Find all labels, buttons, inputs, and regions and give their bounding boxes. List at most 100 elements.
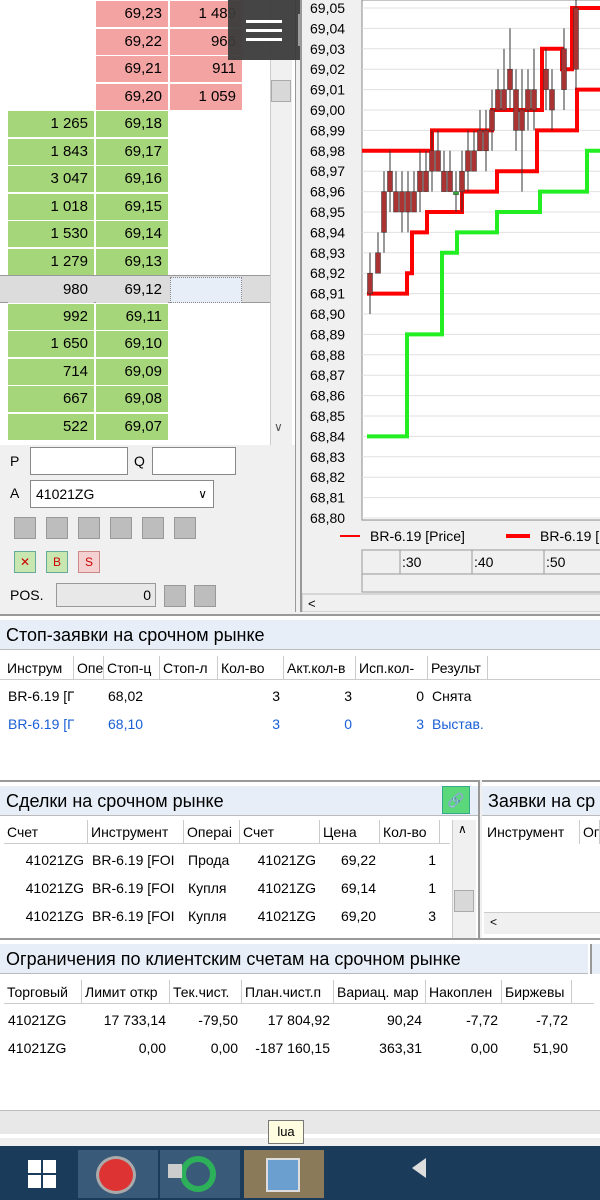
bid-row[interactable]: 3 047 69,16 [0,165,270,193]
bid-row[interactable]: 522 69,07 [0,413,270,441]
trades-row[interactable]: 41021ZG BR-6.19 [FOI Купля 41021ZG 69,14 1 [4,874,450,902]
price-level[interactable]: 69,12 [96,277,168,303]
trades-col-5[interactable]: Кол-во [380,820,440,844]
cancel-sell-icon[interactable]: S [78,551,100,573]
hamburger-menu-icon[interactable] [246,20,282,42]
price-level[interactable]: 69,16 [96,166,168,192]
chevron-down-icon[interactable]: ∨ [274,420,283,434]
taskbar-app-3[interactable] [244,1150,324,1198]
action-button-6[interactable] [174,517,196,539]
stops-col-4[interactable]: Кол-во [218,656,284,680]
bid-qty[interactable]: 3 047 [8,166,94,192]
back-arrow-icon[interactable] [412,1158,426,1178]
bid-qty[interactable]: 522 [8,413,94,440]
bid-qty[interactable] [8,56,94,82]
bid-row[interactable]: 667 69,08 [0,385,270,413]
limits-col-3[interactable]: План.чист.п [242,980,334,1004]
price-level[interactable]: 69,08 [96,386,168,412]
trades-row[interactable]: 41021ZG BR-6.19 [FOI Прода 41021ZG 69,22 1 [4,846,450,874]
limits-col-2[interactable]: Тек.чист. [170,980,242,1004]
cancel-buy-icon[interactable]: B [46,551,68,573]
bid-qty[interactable] [8,84,94,110]
ask-qty[interactable] [170,304,242,330]
trades-col-3[interactable]: Счет [240,820,320,844]
chevron-up-icon[interactable]: ∧ [458,822,467,836]
bid-row[interactable]: 980 69,12 [0,275,270,303]
scroll-thumb[interactable] [454,890,474,912]
ask-qty[interactable]: 1 059 [170,83,242,110]
action-button-1[interactable] [14,517,36,539]
ask-qty[interactable] [170,194,242,220]
bid-row[interactable]: 1 843 69,17 [0,138,270,166]
ask-qty[interactable] [170,166,242,192]
cancel-all-icon[interactable]: ✕ [14,551,36,573]
bid-qty[interactable] [8,29,94,55]
bid-qty[interactable]: 980 [8,277,94,303]
action-button-2[interactable] [46,517,68,539]
ask-qty[interactable] [170,414,242,440]
action-button-5[interactable] [142,517,164,539]
orders-hscrollbar[interactable]: < [484,912,600,934]
bid-qty[interactable]: 1 018 [8,193,94,220]
scroll-thumb[interactable] [271,80,291,102]
ask-row[interactable]: 69,20 1 059 [0,83,270,111]
limits-col-0[interactable]: Торговый [4,980,82,1004]
price-level[interactable]: 69,09 [96,358,168,385]
price-level[interactable]: 69,11 [96,303,168,330]
taskbar-app-1[interactable] [78,1150,158,1198]
bid-qty[interactable]: 1 843 [8,138,94,165]
bid-qty[interactable]: 667 [8,386,94,412]
price-level[interactable]: 69,13 [96,248,168,275]
trades-row[interactable]: 41021ZG BR-6.19 [FOI Купля 41021ZG 69,20 3 [4,902,450,930]
bid-qty[interactable]: 1 530 [8,221,94,247]
bid-qty[interactable]: 992 [8,303,94,330]
ask-qty[interactable] [170,111,242,137]
taskbar-app-quik[interactable] [160,1150,240,1198]
price-level[interactable]: 69,14 [96,221,168,247]
bid-row[interactable]: 1 265 69,18 [0,110,270,138]
account-select[interactable]: 41021ZG ∨ [30,480,214,508]
chevron-left-icon[interactable]: < [308,596,316,611]
bid-qty[interactable]: 1 650 [8,331,94,357]
bid-qty[interactable]: 714 [8,358,94,385]
price-level[interactable]: 69,15 [96,193,168,220]
limits-row[interactable]: 41021ZG 0,00 0,00 -187 160,15 363,31 0,00 51,9… [4,1034,594,1062]
limits-col-4[interactable]: Вариац. мар [334,980,426,1004]
trades-col-1[interactable]: Инструмент [88,820,184,844]
price-input[interactable] [30,447,128,475]
ask-qty[interactable] [170,386,242,412]
quantity-input[interactable] [152,447,236,475]
pos-button-2[interactable] [194,585,216,607]
ask-qty[interactable] [170,359,242,385]
orders-col-instrument[interactable]: Инструмент [484,820,580,844]
orders-col-op[interactable]: Оп [580,820,600,844]
stops-col-7[interactable]: Результ [428,656,488,680]
chevron-left-icon[interactable]: < [490,915,497,929]
ask-qty[interactable] [170,221,242,247]
trades-col-0[interactable]: Счет [4,820,88,844]
ask-qty[interactable] [170,139,242,165]
limits-row[interactable]: 41021ZG 17 733,14 -79,50 17 804,92 90,24 -7,7… [4,1006,594,1034]
ask-qty[interactable] [170,331,242,357]
stops-col-5[interactable]: Акт.кол-в [284,656,356,680]
chart-hscrollbar[interactable] [302,593,600,612]
bid-qty[interactable]: 1 265 [8,111,94,137]
limits-col-5[interactable]: Накоплен [426,980,502,1004]
stops-col-0[interactable]: Инструм [4,656,74,680]
bid-row[interactable]: 1 018 69,15 [0,193,270,221]
price-level[interactable]: 69,23 [96,1,168,27]
stops-col-6[interactable]: Исп.кол- [356,656,428,680]
ask-qty[interactable] [170,277,242,303]
bid-row[interactable]: 1 530 69,14 [0,220,270,248]
bid-row[interactable]: 1 650 69,10 [0,330,270,358]
price-level[interactable]: 69,22 [96,28,168,55]
trades-col-2[interactable]: Операі [184,820,240,844]
trades-scrollbar[interactable]: ∧ [452,820,476,938]
limits-col-1[interactable]: Лимит откр [82,980,170,1004]
trades-col-4[interactable]: Цена [320,820,380,844]
stops-row[interactable]: BR-6.19 [Про 68,02 3 3 0 Снята [0,682,600,710]
price-level[interactable]: 69,17 [96,138,168,165]
stops-col-1[interactable]: Опе [74,656,104,680]
start-button[interactable] [0,1150,80,1198]
link-icon[interactable]: 🔗 [442,786,470,814]
